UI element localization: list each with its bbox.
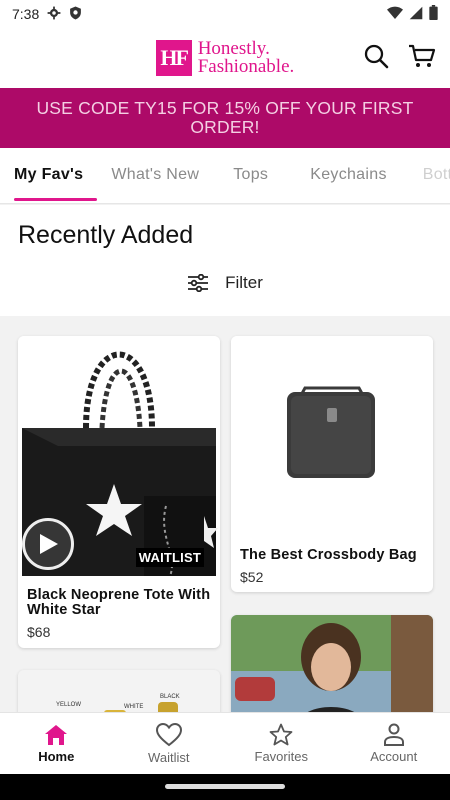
tab-whats-new[interactable]: What's New bbox=[97, 148, 213, 203]
tab-my-favs[interactable]: My Fav's bbox=[0, 148, 98, 203]
status-bar: 7:38 bbox=[0, 0, 450, 28]
signal-icon bbox=[409, 6, 423, 23]
battery-icon bbox=[429, 5, 438, 23]
product-image-photo bbox=[231, 615, 433, 725]
gesture-bar bbox=[0, 774, 450, 800]
variant-label-white: WHITE bbox=[124, 704, 144, 710]
home-icon bbox=[45, 724, 68, 745]
gesture-handle[interactable] bbox=[165, 784, 285, 789]
nav-home-label: Home bbox=[38, 748, 75, 764]
status-time: 7:38 bbox=[12, 6, 40, 22]
heart-icon bbox=[155, 722, 182, 746]
section-title: Recently Added bbox=[18, 221, 194, 249]
tab-keychains[interactable]: Keychains bbox=[282, 148, 401, 203]
cart-icon bbox=[409, 44, 436, 67]
variant-label-black: BLACK bbox=[160, 694, 180, 700]
bottom-navigation: Home Waitlist Favorites Account bbox=[0, 712, 450, 774]
settings-icon bbox=[47, 6, 61, 23]
filter-button[interactable]: Filter bbox=[0, 273, 450, 293]
product-price: $68 bbox=[27, 624, 51, 640]
brand-logo[interactable]: HF Honestly. Fashionable. bbox=[155, 39, 295, 77]
product-card[interactable]: WAITLIST Black Neoprene Tote With White … bbox=[18, 336, 220, 648]
logo-line-2: Fashionable. bbox=[197, 56, 295, 77]
filter-icon bbox=[188, 274, 209, 292]
wifi-icon bbox=[387, 6, 403, 23]
product-image-crossbody bbox=[231, 336, 433, 536]
product-price: $52 bbox=[240, 569, 264, 585]
product-card[interactable]: The Best Crossbody Bag $52 bbox=[231, 336, 433, 592]
search-icon bbox=[364, 44, 389, 69]
filter-label: Filter bbox=[225, 273, 263, 292]
promo-text: USE CODE TY15 FOR 15% OFF YOUR FIRST ORD… bbox=[36, 98, 414, 137]
tab-tops[interactable]: Tops bbox=[213, 148, 282, 203]
play-icon bbox=[40, 534, 58, 554]
app-header: HF Honestly. Fashionable. bbox=[0, 28, 450, 88]
logo-text: Honestly. Fashionable. bbox=[197, 39, 295, 77]
nav-favorites-label: Favorites bbox=[254, 749, 308, 764]
product-title: Black Neoprene Tote With White Star bbox=[27, 587, 211, 618]
cart-button[interactable] bbox=[408, 42, 436, 70]
product-card[interactable] bbox=[231, 615, 433, 725]
play-video-button[interactable] bbox=[22, 518, 74, 570]
shield-icon bbox=[69, 6, 82, 23]
nav-waitlist[interactable]: Waitlist bbox=[113, 713, 226, 774]
waitlist-badge: WAITLIST bbox=[135, 548, 204, 567]
nav-waitlist-label: Waitlist bbox=[148, 749, 190, 765]
nav-account[interactable]: Account bbox=[338, 713, 450, 774]
nav-favorites[interactable]: Favorites bbox=[225, 713, 338, 774]
nav-home[interactable]: Home bbox=[0, 713, 113, 774]
category-tabs: My Fav's What's New Tops Keychains Bott bbox=[0, 148, 450, 204]
variant-label-yellow: YELLOW bbox=[56, 702, 82, 708]
search-button[interactable] bbox=[362, 42, 390, 70]
star-icon bbox=[269, 723, 293, 746]
section-header: Recently Added Filter bbox=[0, 205, 450, 316]
product-title: The Best Crossbody Bag bbox=[240, 547, 417, 563]
person-icon bbox=[383, 723, 404, 746]
promo-banner[interactable]: USE CODE TY15 FOR 15% OFF YOUR FIRST ORD… bbox=[0, 88, 450, 148]
nav-account-label: Account bbox=[370, 749, 418, 764]
tab-bottoms[interactable]: Bott bbox=[401, 148, 450, 203]
logo-mark: HF bbox=[155, 40, 192, 76]
